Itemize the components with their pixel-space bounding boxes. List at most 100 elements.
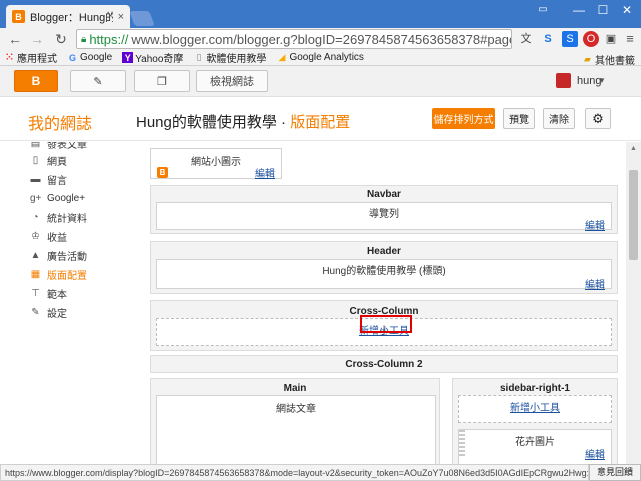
sidebar-item-pages[interactable]: ▯ 網頁 bbox=[30, 151, 67, 169]
close-window-button[interactable]: ✕ bbox=[616, 2, 638, 18]
sidebar-nav: ▤ 發表文章 ▯ 網頁 ▬ 留言 g+ Google+ ◔ 統計資料 ♔ 收益 ▲ 廣告活動 … bbox=[0, 142, 140, 464]
bookmarks-bar: ⁙ 應用程式 G Google Y Yahoo奇摩 ▯ 軟體使用教學 ◢ Goo… bbox=[0, 50, 641, 67]
settings-gear-button[interactable]: ⚙ bbox=[585, 108, 611, 129]
bookmark-software-guide[interactable]: ▯ 軟體使用教學 bbox=[193, 50, 266, 65]
scroll-up-icon[interactable]: ▲ bbox=[626, 142, 641, 156]
edit-link[interactable]: 編輯 bbox=[585, 446, 605, 461]
page-icon: ▯ bbox=[196, 52, 202, 62]
lock-icon: 🔒︎ bbox=[81, 33, 87, 45]
copy-pages-icon: ❐ bbox=[157, 75, 167, 88]
url-scheme: https:// bbox=[89, 31, 129, 47]
page-title: Hung的軟體使用教學 · 版面配置 bbox=[136, 111, 350, 132]
page-scrollbar[interactable]: ▲ bbox=[626, 142, 641, 464]
extension-s-blue-icon[interactable]: S bbox=[562, 31, 578, 47]
blogger-favicon-icon: B bbox=[12, 10, 25, 23]
url-path: www.blogger.com/blogger.g?blogID=2697845… bbox=[131, 31, 511, 47]
edit-link[interactable]: 編輯 bbox=[585, 276, 605, 291]
browser-titlebar: B Blogger：Hung的軟體使 × ▭ — ☐ ✕ bbox=[0, 0, 641, 28]
sidebar-item-comments[interactable]: ▬ 留言 bbox=[30, 170, 68, 188]
sidebar-item-settings[interactable]: ✎ 設定 bbox=[30, 303, 67, 321]
sidebar-item-layout[interactable]: ▦ 版面配置 bbox=[30, 265, 87, 283]
section-title: Navbar bbox=[367, 189, 401, 200]
sidebar-item-stats[interactable]: ◔ 統計資料 bbox=[30, 208, 87, 226]
blogger-logo-button[interactable]: B bbox=[14, 70, 58, 92]
minimize-button[interactable]: — bbox=[568, 2, 590, 18]
blogger-icon: B bbox=[157, 167, 168, 178]
edit-link[interactable]: 編輯 bbox=[255, 165, 275, 180]
reload-icon[interactable]: ↻ bbox=[52, 30, 70, 48]
earnings-icon: ♔ bbox=[31, 230, 40, 242]
main-section: Main 網誌文章 bbox=[150, 378, 440, 464]
blogger-header: 我的網誌 Hung的軟體使用教學 · 版面配置 儲存排列方式 預覽 清除 ⚙ bbox=[0, 97, 641, 141]
adblock-icon[interactable]: O bbox=[583, 31, 599, 47]
widget-title: 導覽列 bbox=[369, 209, 399, 220]
save-arrangement-button[interactable]: 儲存排列方式 bbox=[432, 108, 495, 129]
bookmark-apps[interactable]: ⁙ 應用程式 bbox=[4, 50, 57, 65]
feedback-button[interactable]: 意見回饋 bbox=[589, 464, 641, 481]
pencil-icon: ✎ bbox=[93, 75, 103, 88]
add-gadget-link[interactable]: 新增小工具 bbox=[459, 399, 611, 414]
gear-icon: ⚙ bbox=[592, 110, 604, 126]
layout-editor: 網站小圖示 B 編輯 Navbar 導覽列 編輯 Header Hung的軟體使… bbox=[144, 142, 626, 464]
sidebar-item-template[interactable]: ⊤ 範本 bbox=[30, 284, 67, 302]
folder-icon: ▰ bbox=[584, 54, 591, 64]
new-tab-button[interactable] bbox=[129, 11, 155, 26]
add-gadget-area[interactable]: 新增小工具 bbox=[458, 395, 612, 423]
tab-title: Blogger：Hung的軟體使 bbox=[30, 11, 113, 24]
flower-image-widget[interactable]: 花卉圖片 編輯 bbox=[458, 429, 612, 464]
sidebar-item-campaigns[interactable]: ▲ 廣告活動 bbox=[30, 246, 87, 264]
header-widget[interactable]: Hung的軟體使用教學 (標頭) 編輯 bbox=[156, 259, 612, 291]
preview-button[interactable]: 預覽 bbox=[503, 108, 535, 129]
section-title: Cross-Column 2 bbox=[345, 359, 423, 370]
cube-extension-icon[interactable]: ▣ bbox=[603, 31, 619, 47]
header-section: Header Hung的軟體使用教學 (標頭) 編輯 bbox=[150, 241, 618, 294]
view-blog-button[interactable]: 檢視網誌 bbox=[196, 70, 268, 92]
tab-close-icon[interactable]: × bbox=[118, 11, 124, 23]
browser-tab[interactable]: B Blogger：Hung的軟體使 × bbox=[6, 5, 130, 28]
campaigns-icon: ▲ bbox=[30, 249, 41, 261]
analytics-icon: ◢ bbox=[278, 52, 286, 62]
google-plus-icon: g+ bbox=[30, 192, 42, 204]
chrome-menu-icon[interactable]: ≡ bbox=[622, 31, 638, 47]
user-avatar[interactable] bbox=[556, 73, 571, 88]
my-blogs-link[interactable]: 我的網誌 bbox=[28, 110, 92, 134]
template-icon: ⊤ bbox=[31, 287, 40, 299]
back-arrow-icon[interactable]: ← bbox=[6, 30, 24, 48]
new-post-button[interactable]: ✎ bbox=[70, 70, 126, 92]
comments-icon: ▬ bbox=[30, 173, 41, 185]
posts-list-button[interactable]: ❐ bbox=[134, 70, 190, 92]
posts-icon: ▤ bbox=[30, 142, 41, 149]
bookmark-google-analytics[interactable]: ◢ Google Analytics bbox=[276, 52, 363, 63]
maximize-button[interactable]: ☐ bbox=[592, 2, 614, 18]
blogger-top-bar: B ✎ ❐ 檢視網誌 hung ▼ bbox=[0, 66, 641, 97]
sidebar-item-google-plus[interactable]: g+ Google+ bbox=[30, 189, 85, 207]
section-title: sidebar-right-1 bbox=[499, 383, 570, 394]
bookmark-google[interactable]: G Google bbox=[67, 52, 112, 63]
blog-name: Hung的軟體使用教學 bbox=[136, 114, 277, 131]
section-title: Main bbox=[283, 383, 307, 394]
section-name: 版面配置 bbox=[290, 114, 351, 131]
window-user-icon[interactable]: ▭ bbox=[532, 2, 554, 18]
hand-cursor-icon: ☝ bbox=[380, 324, 388, 338]
favicon-widget[interactable]: 網站小圖示 B 編輯 bbox=[150, 148, 282, 180]
blog-posts-widget[interactable]: 網誌文章 bbox=[156, 395, 436, 464]
address-bar[interactable]: 🔒︎ https:// www.blogger.com/blogger.g?bl… bbox=[76, 29, 512, 49]
browser-toolbar: ← → ↻ 🔒︎ https:// www.blogger.com/blogge… bbox=[0, 28, 641, 50]
forward-arrow-icon[interactable]: → bbox=[28, 30, 46, 48]
cross-column-2-section: Cross-Column 2 bbox=[150, 355, 618, 373]
edit-link[interactable]: 編輯 bbox=[585, 217, 605, 232]
widget-title: Hung的軟體使用教學 (標頭) bbox=[322, 266, 446, 277]
stats-icon: ◔ bbox=[32, 211, 39, 223]
navbar-section: Navbar 導覽列 編輯 bbox=[150, 185, 618, 234]
caret-down-icon[interactable]: ▼ bbox=[598, 76, 606, 85]
bookmark-yahoo[interactable]: Y Yahoo奇摩 bbox=[122, 50, 183, 65]
translate-icon[interactable]: 文 bbox=[518, 31, 534, 47]
yahoo-icon: Y bbox=[122, 52, 134, 63]
clear-button[interactable]: 清除 bbox=[543, 108, 575, 129]
extension-s-icon[interactable]: S bbox=[540, 31, 556, 47]
scroll-thumb[interactable] bbox=[629, 170, 638, 260]
other-bookmarks[interactable]: ▰ 其他書籤 bbox=[582, 52, 635, 67]
sidebar-item-earnings[interactable]: ♔ 收益 bbox=[30, 227, 67, 245]
navbar-widget[interactable]: 導覽列 編輯 bbox=[156, 202, 612, 232]
layout-icon: ▦ bbox=[30, 268, 41, 280]
